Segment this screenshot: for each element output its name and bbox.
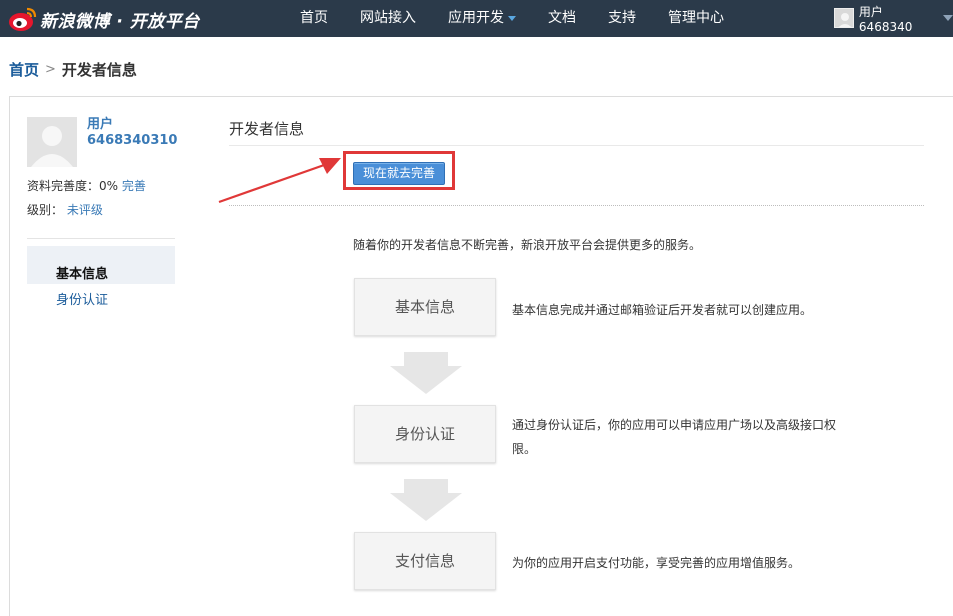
nav-support[interactable]: 支持 (592, 0, 652, 37)
completeness-label: 资料完善度：0% (27, 179, 119, 193)
weibo-eye-icon (9, 7, 37, 31)
step-basic-info-desc: 基本信息完成并通过邮箱验证后开发者就可以创建应用。 (512, 303, 813, 317)
step-basic-info: 基本信息 (354, 278, 496, 336)
nav-admin-center[interactable]: 管理中心 (652, 0, 740, 37)
complete-now-button[interactable]: 现在就去完善 (353, 162, 445, 185)
level-link[interactable]: 未评级 (67, 203, 103, 217)
default-avatar-icon (835, 9, 853, 27)
user-menu[interactable]: 用户6468340 (834, 5, 953, 34)
breadcrumb-home[interactable]: 首页 (9, 59, 39, 80)
chevron-down-icon (508, 15, 516, 21)
step-payment-info: 支付信息 (354, 532, 496, 590)
logo-text: 新浪微博 · 开放平台 (40, 11, 200, 32)
complete-profile-link[interactable]: 完善 (122, 179, 146, 193)
down-arrow-icon (390, 479, 462, 521)
down-arrow-icon (390, 352, 462, 394)
step-identity-verification-desc: 通过身份认证后，你的应用可以申请应用广场以及高级接口权限。 (512, 418, 837, 456)
profile-username-line2: 6468340310 (87, 133, 178, 148)
chevron-down-icon (943, 15, 953, 21)
breadcrumb-current: 开发者信息 (61, 61, 137, 79)
nav-home[interactable]: 首页 (284, 0, 344, 37)
weibo-logo[interactable]: 新浪微博 · 开放平台 (8, 5, 200, 33)
user-name: 用户6468340 (858, 4, 913, 34)
profile-avatar[interactable] (27, 117, 77, 167)
nav-app-dev[interactable]: 应用开发 (432, 0, 532, 37)
sidebar-item-identity-verification[interactable]: 身份认证 (56, 289, 108, 308)
dotted-divider (229, 205, 924, 206)
sidebar-item-label: 基本信息 (56, 267, 109, 282)
red-arrow-annotation (218, 158, 341, 204)
default-avatar-icon (27, 117, 77, 167)
level-row: 级别： 未评级 (27, 201, 103, 218)
profile-username[interactable]: 用户 6468340310 (87, 117, 177, 149)
top-navbar: 新浪微博 · 开放平台 首页 网站接入 应用开发 文档 支持 管理中心 用户64… (0, 0, 953, 37)
main-nav: 首页 网站接入 应用开发 文档 支持 管理中心 (284, 0, 740, 37)
completeness-row: 资料完善度：0% 完善 (27, 177, 146, 194)
level-label: 级别： (27, 203, 64, 217)
sidebar-item-basic-info[interactable]: 基本信息 (27, 246, 175, 284)
user-avatar (834, 8, 854, 28)
title-divider (229, 145, 924, 146)
nav-docs[interactable]: 文档 (532, 0, 592, 37)
nav-website-access[interactable]: 网站接入 (344, 0, 432, 37)
breadcrumb: 首页 > 开发者信息 (9, 59, 137, 80)
nav-app-dev-label: 应用开发 (448, 10, 504, 26)
step-payment-info-desc: 为你的应用开启支付功能，享受完善的应用增值服务。 (512, 556, 801, 570)
intro-text: 随着你的开发者信息不断完善，新浪开放平台会提供更多的服务。 (353, 238, 702, 252)
breadcrumb-separator: > (45, 62, 56, 77)
step-identity-verification: 身份认证 (354, 405, 496, 463)
profile-username-line1: 用户 (87, 117, 114, 132)
sidebar-divider (27, 238, 175, 239)
page-title: 开发者信息 (229, 120, 305, 138)
